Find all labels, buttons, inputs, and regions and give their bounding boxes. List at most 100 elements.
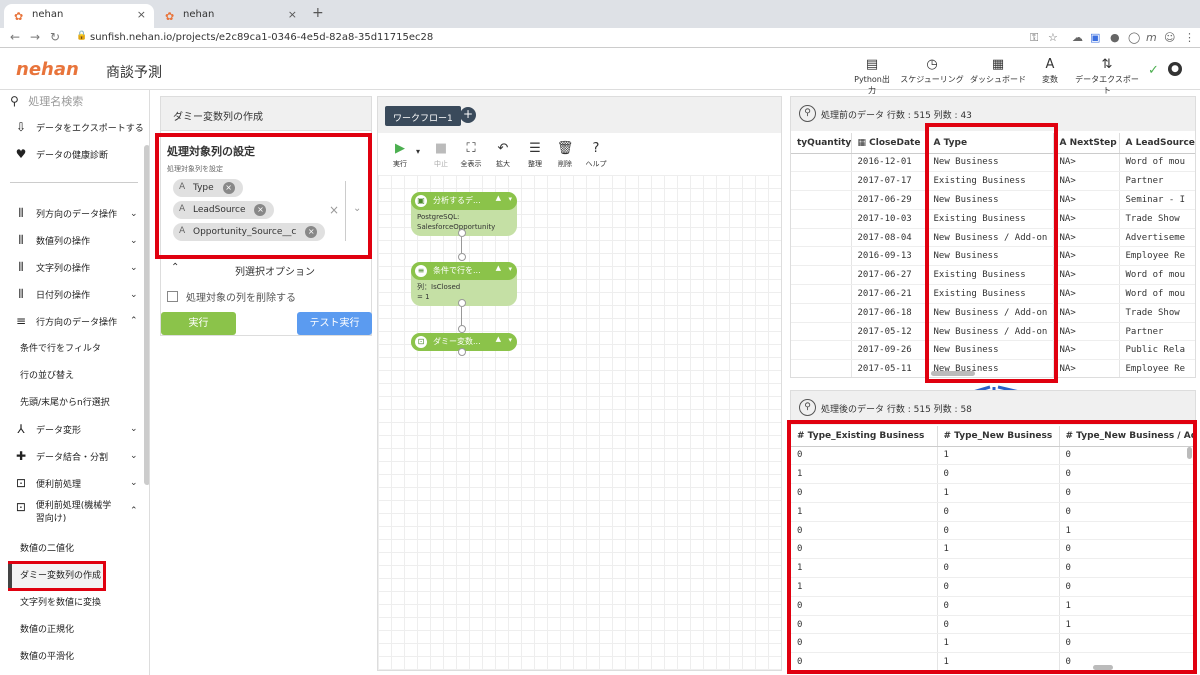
table-cell: 2016-12-01 xyxy=(851,153,928,173)
check-icon: ✓ xyxy=(1148,63,1159,78)
node-up-icon[interactable]: ▲ xyxy=(496,194,501,202)
sidebar-category-join-split[interactable]: ✚ データ結合・分割 ⌄ xyxy=(14,449,138,463)
fit-all-tool[interactable]: ⛶ 全表示 xyxy=(458,141,484,169)
help-tool[interactable]: ? ヘルプ xyxy=(584,141,608,169)
sidebar-item-smoothing[interactable]: 数値の平滑化 xyxy=(20,649,74,662)
sidebar-category-numeric-ops[interactable]: ⦀ 数値列の操作 ⌄ xyxy=(14,233,137,248)
sidebar-item-binarize[interactable]: 数値の二値化 xyxy=(20,541,74,554)
node-menu-icon[interactable]: ▾ xyxy=(508,265,512,273)
run-button[interactable]: 実行 xyxy=(161,312,236,335)
table-cell: 2017-05-12 xyxy=(851,322,928,342)
address-bar: ← → ↻ 🔒 sunfish.nehan.io/projects/e2c89c… xyxy=(0,28,1200,48)
extension-icon[interactable]: ☁ xyxy=(1072,31,1083,44)
table-cell: 2017-06-29 xyxy=(851,190,928,210)
table-cell: Employee Re xyxy=(1119,359,1195,377)
extension-icon[interactable]: m xyxy=(1146,31,1157,44)
add-workflow-icon[interactable]: + xyxy=(460,107,476,123)
data-export-button[interactable]: ⇅ データエクスポート xyxy=(1072,57,1142,96)
column-header[interactable]: A NextStep xyxy=(1053,133,1120,154)
sidebar-category-date-ops[interactable]: ⦀ 日付列の操作 ⌄ xyxy=(14,287,137,302)
dashboard-button[interactable]: ▦ ダッシュボード xyxy=(970,57,1026,85)
column-options-header[interactable]: ⌃ 列選択オプション xyxy=(161,257,371,279)
node-menu-icon[interactable]: ▾ xyxy=(508,336,512,344)
run-dropdown-icon[interactable]: ▾ xyxy=(416,147,420,156)
sidebar-item-head-tail[interactable]: 先頭/末尾からn行選択 xyxy=(20,395,110,408)
columns-icon: ⦀ xyxy=(18,206,24,220)
variables-button[interactable]: A 変数 xyxy=(1036,57,1064,85)
test-run-button[interactable]: テスト実行 xyxy=(297,312,372,335)
sidebar-item-export[interactable]: ⇩ データをエクスポートする xyxy=(14,120,144,134)
nehan-logo[interactable]: nehan xyxy=(16,59,79,80)
text-type-icon: A xyxy=(1059,137,1070,148)
column-header[interactable]: ▦ CloseDate xyxy=(851,133,928,154)
node-port[interactable] xyxy=(458,325,466,333)
table-cell: NA> xyxy=(1053,246,1120,267)
delete-columns-option[interactable]: 処理対象の列を削除する xyxy=(167,289,296,304)
new-tab-icon[interactable]: + xyxy=(312,5,324,21)
forward-icon[interactable]: → xyxy=(30,30,40,44)
sidebar-category-utility[interactable]: ⊡ 便利前処理 ⌄ xyxy=(14,476,138,490)
workflow-canvas[interactable] xyxy=(378,175,781,670)
magnify-icon[interactable]: ⚲ xyxy=(799,399,816,416)
menu-kebab-icon[interactable]: ⋮ xyxy=(1184,31,1195,44)
type-column-highlight xyxy=(925,123,1058,383)
document-icon: ▤ xyxy=(865,57,879,72)
settings-panel-title: ダミー変数列の作成 xyxy=(161,97,371,131)
translate-icon[interactable]: ▣ xyxy=(1090,31,1100,44)
sidebar-item-health-check[interactable]: ♥ データの健康診断 xyxy=(14,147,108,161)
node-port[interactable] xyxy=(458,348,466,356)
sidebar-scrollbar[interactable] xyxy=(144,145,149,485)
close-tab-icon[interactable]: × xyxy=(288,8,297,21)
sidebar-item-normalize[interactable]: 数値の正規化 xyxy=(20,622,74,635)
table-cell: Employee Re xyxy=(1119,246,1195,267)
bookmark-star-icon[interactable]: ☆ xyxy=(1048,31,1058,44)
column-header[interactable]: tyQuantity xyxy=(791,133,852,154)
back-icon[interactable]: ← xyxy=(10,30,20,44)
sidebar-category-ml-utility[interactable]: ⊡ 便利前処理(機械学習向け) ⌃ xyxy=(14,500,138,526)
close-tab-icon[interactable]: × xyxy=(137,8,146,21)
table-cell: Word of mou xyxy=(1119,265,1195,286)
magnify-icon[interactable]: ⚲ xyxy=(799,105,816,122)
node-up-icon[interactable]: ▲ xyxy=(496,335,501,343)
sidebar-category-reshape[interactable]: ⅄ データ変形 ⌄ xyxy=(14,422,137,436)
browser-tab[interactable]: ✿ nehan × xyxy=(155,4,305,28)
table-cell: 2017-05-11 xyxy=(851,359,928,377)
user-account-icon[interactable]: ● xyxy=(1168,62,1182,76)
key-icon[interactable]: ⚿ xyxy=(1030,31,1038,45)
profile-avatar-icon[interactable]: ☺ xyxy=(1164,31,1175,44)
sidebar-item-dummy-variables[interactable]: ダミー変数列の作成 xyxy=(20,568,101,581)
play-icon: ▶ xyxy=(395,141,405,156)
node-port[interactable] xyxy=(458,253,466,261)
sidebar-item-string-to-numeric[interactable]: 文字列を数値に変換 xyxy=(20,595,101,608)
workflow-tab[interactable]: ワークフロー1 xyxy=(385,106,461,126)
python-export-button[interactable]: ▤ Python出力 xyxy=(852,57,892,96)
node-menu-icon[interactable]: ▾ xyxy=(508,195,512,203)
arrange-tool[interactable]: ☰ 整理 xyxy=(524,141,546,169)
node-up-icon[interactable]: ▲ xyxy=(496,264,501,272)
table-cell: NA> xyxy=(1053,359,1120,377)
chevron-up-icon: ⌃ xyxy=(171,262,180,273)
browser-tab-active[interactable]: ✿ nehan × xyxy=(4,4,154,28)
delete-columns-checkbox[interactable] xyxy=(167,291,178,302)
node-port[interactable] xyxy=(458,229,466,237)
node-port[interactable] xyxy=(458,299,466,307)
delete-tool[interactable]: 🗑 削除 xyxy=(554,141,576,169)
table-cell: NA> xyxy=(1053,153,1120,173)
sidebar-category-column-ops[interactable]: ⦀ 列方向のデータ操作 ⌄ xyxy=(14,206,137,221)
url-field[interactable]: sunfish.nehan.io/projects/e2c89ca1-0346-… xyxy=(78,29,1078,47)
sidebar-item-filter-rows[interactable]: 条件で行をフィルタ xyxy=(20,341,101,354)
fit-screen-icon: ⛶ xyxy=(466,141,476,156)
zoom-tool[interactable]: ↶ 拡大 xyxy=(492,141,514,169)
process-search-input[interactable]: ⚲ 処理名検索 xyxy=(10,93,140,113)
extension-icon[interactable]: ◯ xyxy=(1128,31,1140,44)
sidebar-item-sort-rows[interactable]: 行の並び替え xyxy=(20,368,74,381)
scheduling-button[interactable]: ◷ スケジューリング xyxy=(900,57,964,85)
chevron-up-icon: ⌃ xyxy=(130,316,138,326)
stop-tool[interactable]: ■ 中止 xyxy=(430,141,452,169)
reload-icon[interactable]: ↻ xyxy=(50,30,60,44)
extension-icon[interactable]: ● xyxy=(1110,31,1120,44)
sidebar-category-string-ops[interactable]: ⦀ 文字列の操作 ⌄ xyxy=(14,260,137,275)
column-header[interactable]: A LeadSource xyxy=(1119,133,1195,154)
run-tool[interactable]: ▶ 実行 xyxy=(390,141,410,169)
sidebar-category-row-ops[interactable]: ≡ 行方向のデータ操作 ⌃ xyxy=(14,314,138,328)
